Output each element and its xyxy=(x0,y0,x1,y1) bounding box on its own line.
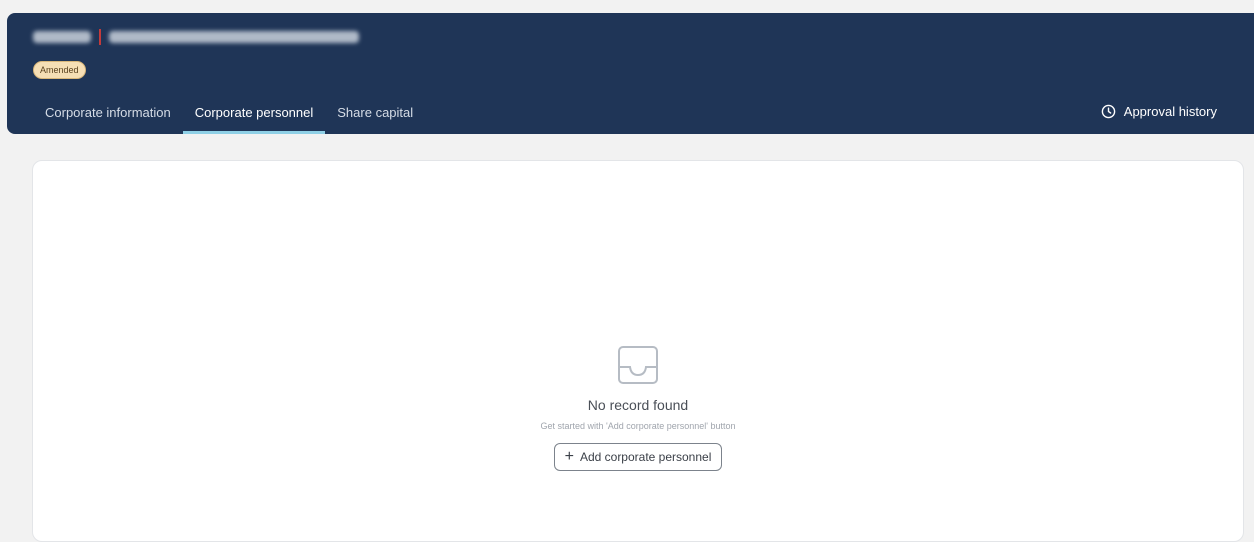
clock-icon xyxy=(1101,104,1116,119)
tab-share-capital[interactable]: Share capital xyxy=(325,103,425,134)
status-badge: Amended xyxy=(33,61,86,79)
inbox-icon xyxy=(618,346,658,384)
empty-state-subtitle: Get started with 'Add corporate personne… xyxy=(540,421,736,431)
add-button-label: Add corporate personnel xyxy=(579,450,712,464)
personnel-card: No record found Get started with 'Add co… xyxy=(32,160,1244,542)
approval-history-button[interactable]: Approval history xyxy=(1101,104,1217,119)
entity-id-blurred xyxy=(33,31,91,43)
add-corporate-personnel-button[interactable]: + Add corporate personnel xyxy=(553,443,723,471)
empty-state-title: No record found xyxy=(587,397,689,413)
entity-title-obscured xyxy=(33,27,359,47)
empty-state: No record found Get started with 'Add co… xyxy=(33,345,1243,471)
plus-icon: + xyxy=(564,448,574,465)
entity-name-blurred xyxy=(109,31,359,43)
tab-corporate-personnel[interactable]: Corporate personnel xyxy=(182,103,326,134)
tab-bar: Corporate information Corporate personne… xyxy=(33,103,425,134)
page-header: Amended Corporate information Corporate … xyxy=(7,13,1254,134)
approval-history-label: Approval history xyxy=(1123,104,1217,119)
tab-corporate-information[interactable]: Corporate information xyxy=(33,103,183,134)
title-separator xyxy=(99,29,101,45)
